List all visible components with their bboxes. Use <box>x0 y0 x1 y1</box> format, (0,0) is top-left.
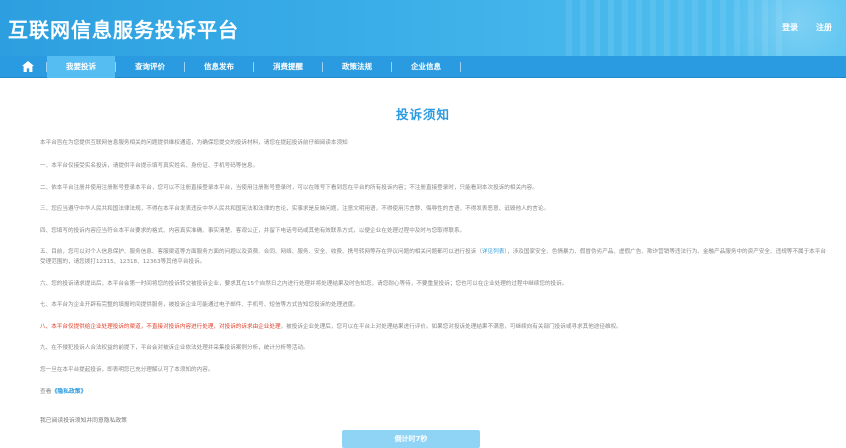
notice-item-3: 三、您应当遵守中华人民共和国法律法规，不得在本平台发表违反中华人民共和国宪法和法… <box>40 206 550 212</box>
notice-item-9: 九、在不侵犯投诉人合法权益的前提下，平台会对被诉企业依法处理并采集投诉案例分析，… <box>40 345 309 351</box>
notice-intro: 本平台旨在为您提供互联网信息服务相关的问题提供维权通道，为确保您提交的投诉材料，… <box>40 140 348 146</box>
notice-item-7: 七、本平台为企业开辟有完整的填报时间提供服务，被投诉企业可能通过电子邮件、手机号… <box>40 302 359 308</box>
notice-content: 本平台旨在为您提供互联网信息服务相关的问题提供维权通道，为确保您提交的投诉材料，… <box>40 138 830 395</box>
register-link[interactable]: 注册 <box>816 22 832 33</box>
home-icon <box>22 61 34 72</box>
agree-row[interactable]: 我已阅读投诉须知并同意隐私政策 <box>40 415 127 424</box>
countdown-button[interactable]: 倒计时7秒 <box>342 430 480 448</box>
privacy-policy-link[interactable]: 《隐私政策》 <box>52 389 87 395</box>
auth-links: 登录 注册 <box>782 22 832 33</box>
notice-item-4: 四、您填写的投诉内容应当符合本平台要求的格式、内容真实准确、事实清楚、客观公正，… <box>40 227 466 234</box>
nav-item-policy[interactable]: 政策法规 <box>323 56 391 78</box>
privacy-note: 查看《隐私政策》 <box>40 389 87 395</box>
site-title: 互联网信息服务投诉平台 <box>8 18 239 42</box>
details-list-link[interactable]: 详见列表 <box>482 249 504 255</box>
agree-text: 我已阅读投诉须知并同意隐私政策 <box>40 418 127 424</box>
nav-item-complaint[interactable]: 我要投诉 <box>47 55 115 78</box>
warning-text: 八、本平台仅提供给企业处理投诉的渠道，不直接对投诉内容进行处理，对投诉的诉求由企… <box>40 323 281 330</box>
site-header: 互联网信息服务投诉平台 登录 注册 <box>0 0 846 56</box>
nav-item-query[interactable]: 查询评价 <box>116 56 184 78</box>
notice-item-1: 一、本平台仅接受实名投诉，请提供平台提示填写真实姓名、身份证、手机号码等信息。 <box>40 163 259 169</box>
nav-item-company[interactable]: 企业信息 <box>392 56 460 78</box>
notice-item-5: 五、目前，您可以对个人信息保护、服务信息、客服渠道等方面服务方面的问题以及资费、… <box>40 249 826 265</box>
login-link[interactable]: 登录 <box>782 22 798 33</box>
nav-item-consumer-alert[interactable]: 消费提醒 <box>254 56 322 78</box>
notice-item-2: 二、依本平台注册并使用注册账号登录本平台，您可以不注册直接登录本平台，当使用注册… <box>40 184 538 191</box>
main-nav: 我要投诉 查询评价 信息发布 消费提醒 政策法规 企业信息 <box>0 55 846 78</box>
nav-home[interactable] <box>10 56 46 78</box>
notice-item-6: 六、您的投诉请求提出后，本平台会第一时间将您的投诉转交被投诉企业，要求其在15个… <box>40 280 568 287</box>
notice-item-8: 八、本平台仅提供给企业处理投诉的渠道，不直接对投诉内容进行处理，对投诉的诉求由企… <box>40 323 622 330</box>
notice-closing: 您一旦在本平台提起投诉，即表明您已充分理解认可了本须知的内容。 <box>40 366 214 373</box>
page-title: 投诉须知 <box>395 107 450 122</box>
nav-item-info[interactable]: 信息发布 <box>185 56 253 78</box>
